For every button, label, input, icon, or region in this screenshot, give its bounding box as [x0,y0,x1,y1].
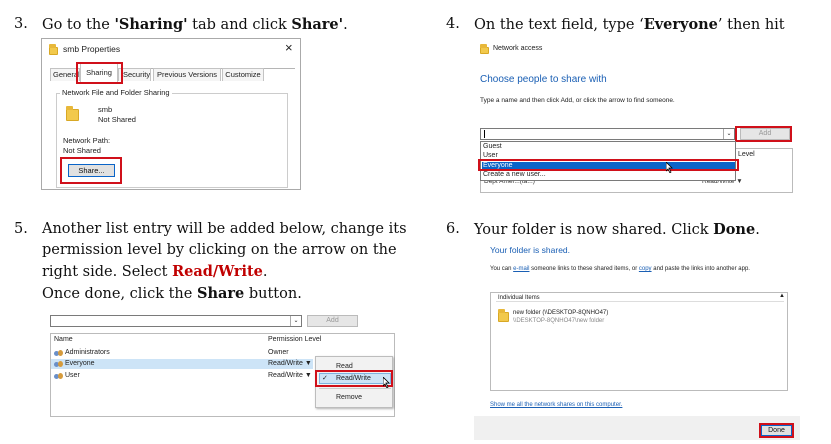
step-text: Another list entry will be added below, … [42,221,407,302]
menu-item-remove[interactable]: Remove [336,394,362,401]
permission-level-screenshot: ⌄ Add Name Permission Level Administrato… [50,310,395,417]
folder-status: Not Shared [98,115,136,124]
network-path-label: Network Path: [63,136,111,145]
tab-previous-versions[interactable]: Previous Versions [153,68,221,81]
row-level-dropdown[interactable]: Read/Write ▼ [268,360,312,367]
mouse-cursor-icon [666,162,673,173]
folder-icon [480,44,489,54]
folder-shared-screenshot: Your folder is shared. You can e-mail so… [474,240,800,440]
row-name: User [65,372,80,379]
mouse-cursor-icon [383,377,390,388]
shared-description: You can e-mail someone links to these sh… [490,266,750,272]
network-access-screenshot: Network access Choose people to share wi… [474,40,799,193]
level-column-header: Level [738,151,755,158]
row-name: Everyone [65,360,95,367]
text-cursor [484,130,485,138]
shared-heading: Your folder is shared. [490,245,571,255]
everyone-highlight [478,159,739,171]
window-title: Network access [493,45,543,52]
tab-customize[interactable]: Customize [222,68,264,81]
name-column-header: Name [54,336,73,343]
group-divider [496,301,784,302]
option-create-user[interactable]: Create a new user... [483,171,546,178]
shared-item-name: new folder (\\DESKTOP-8QNHO47) [513,310,609,316]
done-button-highlight [759,423,794,438]
folder-name: smb [98,105,113,114]
step-number: 4. [446,16,460,32]
folder-icon [498,309,509,322]
user-icon [54,372,63,380]
dialog-heading: Choose people to share with [480,74,607,85]
step-number: 6. [446,221,460,237]
chevron-down-icon[interactable]: ⌄ [290,316,301,326]
close-icon[interactable]: × [285,40,293,55]
folder-icon [66,106,79,121]
add-button[interactable]: Add [307,315,358,327]
option-guest[interactable]: Guest [483,143,502,150]
sharing-tab-highlight [76,62,123,84]
email-link[interactable]: e-mail [513,266,529,272]
dialog-title: smb Properties [63,44,121,54]
users-icon [54,349,63,357]
row-level: Owner [268,349,289,356]
add-button-highlight [735,126,792,142]
shared-items-box [490,292,788,391]
step-text: Go to the 'Sharing' tab and click Share'… [42,16,348,33]
properties-dialog-screenshot: smb Properties × General Security Previo… [41,38,301,190]
collapse-icon[interactable]: ▲ [779,293,785,299]
folder-icon [49,44,58,55]
option-user[interactable]: User [483,152,498,159]
copy-link[interactable]: copy [639,266,652,272]
instruction-text: Type a name and then click Add, or click… [480,97,675,104]
step-number: 5. [14,221,28,237]
row-level-dropdown[interactable]: Read/Write ▼ [268,372,312,379]
name-input[interactable]: ⌄ [50,315,302,327]
chevron-down-icon[interactable]: ⌄ [723,129,734,139]
step-number: 3. [14,16,28,32]
share-button-highlight [60,157,122,184]
users-icon [54,360,63,368]
group-title: Network File and Folder Sharing [60,88,172,97]
shared-item-path: \\DESKTOP-8QNHO47\new folder [513,318,605,324]
level-column-header: Permission Level [268,336,322,343]
menu-item-read[interactable]: Read [336,363,353,370]
step-text: Your folder is now shared. Click Done. [474,221,760,238]
network-path-value: Not Shared [63,146,101,155]
menu-divider [319,388,391,389]
row-name: Administrators [65,349,110,356]
dialog-footer [474,416,800,440]
name-input[interactable]: ⌄ [480,128,735,140]
show-all-shares-link[interactable]: Show me all the network shares on this c… [490,402,622,408]
read-write-highlight [315,370,393,387]
